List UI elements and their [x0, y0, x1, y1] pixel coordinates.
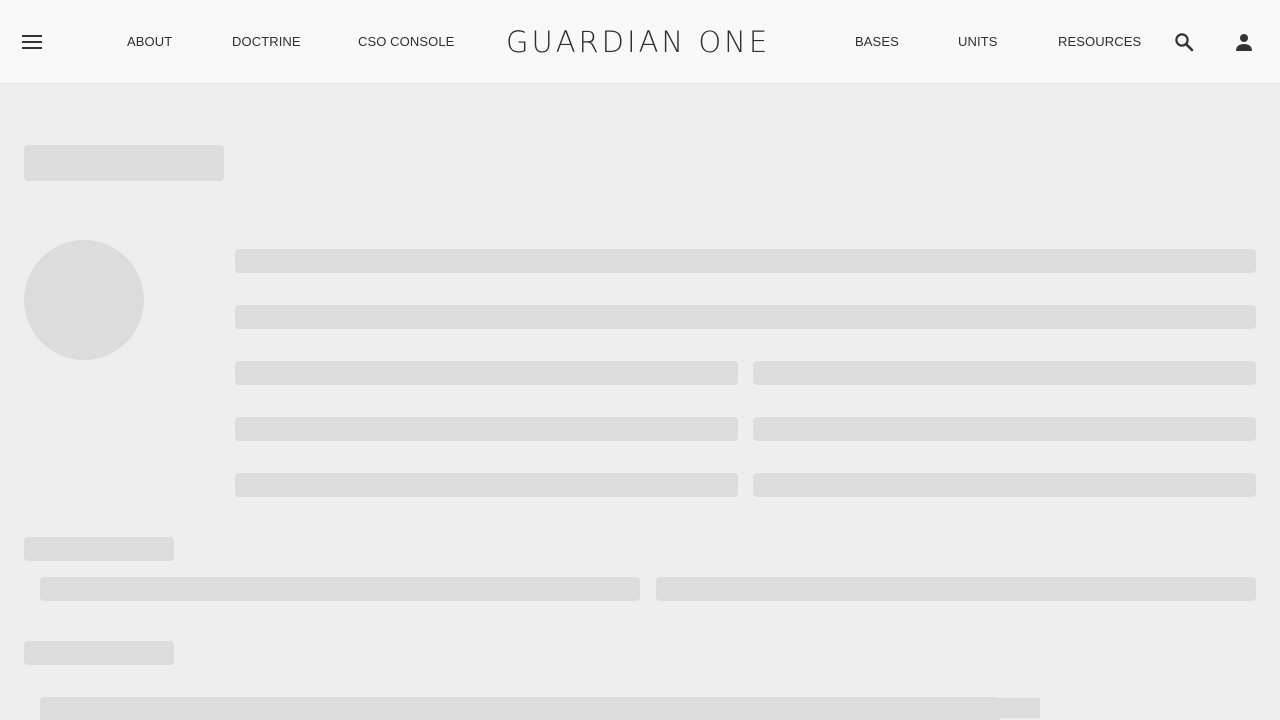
skeleton-section-heading — [24, 641, 174, 665]
skeleton-line — [235, 249, 1256, 273]
menu-button[interactable] — [20, 30, 44, 54]
skeleton-line — [235, 361, 738, 385]
skeleton-line — [40, 577, 640, 601]
skeleton-line — [753, 417, 1256, 441]
account-icon — [1236, 34, 1252, 51]
skeleton-line — [753, 473, 1256, 497]
skeleton-line — [656, 577, 1256, 601]
search-icon — [1175, 33, 1194, 52]
nav-link-resources[interactable]: RESOURCES — [1058, 34, 1141, 49]
skeleton-line — [753, 361, 1256, 385]
skeleton-line — [235, 305, 1256, 329]
skeleton-line — [40, 697, 1000, 720]
skeleton-line — [998, 698, 1040, 718]
menu-icon — [22, 35, 42, 49]
skeleton-page-title — [24, 145, 224, 181]
brand-logo[interactable]: GUARDIAN ONE — [506, 24, 770, 60]
skeleton-section-heading — [24, 537, 174, 561]
nav-link-doctrine[interactable]: DOCTRINE — [232, 34, 301, 49]
nav-link-about[interactable]: ABOUT — [127, 34, 172, 49]
skeleton-line — [235, 473, 738, 497]
top-navigation-bar: ABOUT DOCTRINE CSO CONSOLE GUARDIAN ONE … — [0, 0, 1280, 84]
nav-link-units[interactable]: UNITS — [958, 34, 998, 49]
skeleton-line — [235, 417, 738, 441]
nav-link-bases[interactable]: BASES — [855, 34, 899, 49]
nav-link-cso-console[interactable]: CSO CONSOLE — [358, 34, 454, 49]
skeleton-avatar — [24, 240, 144, 360]
account-button[interactable] — [1232, 30, 1256, 54]
search-button[interactable] — [1172, 30, 1196, 54]
